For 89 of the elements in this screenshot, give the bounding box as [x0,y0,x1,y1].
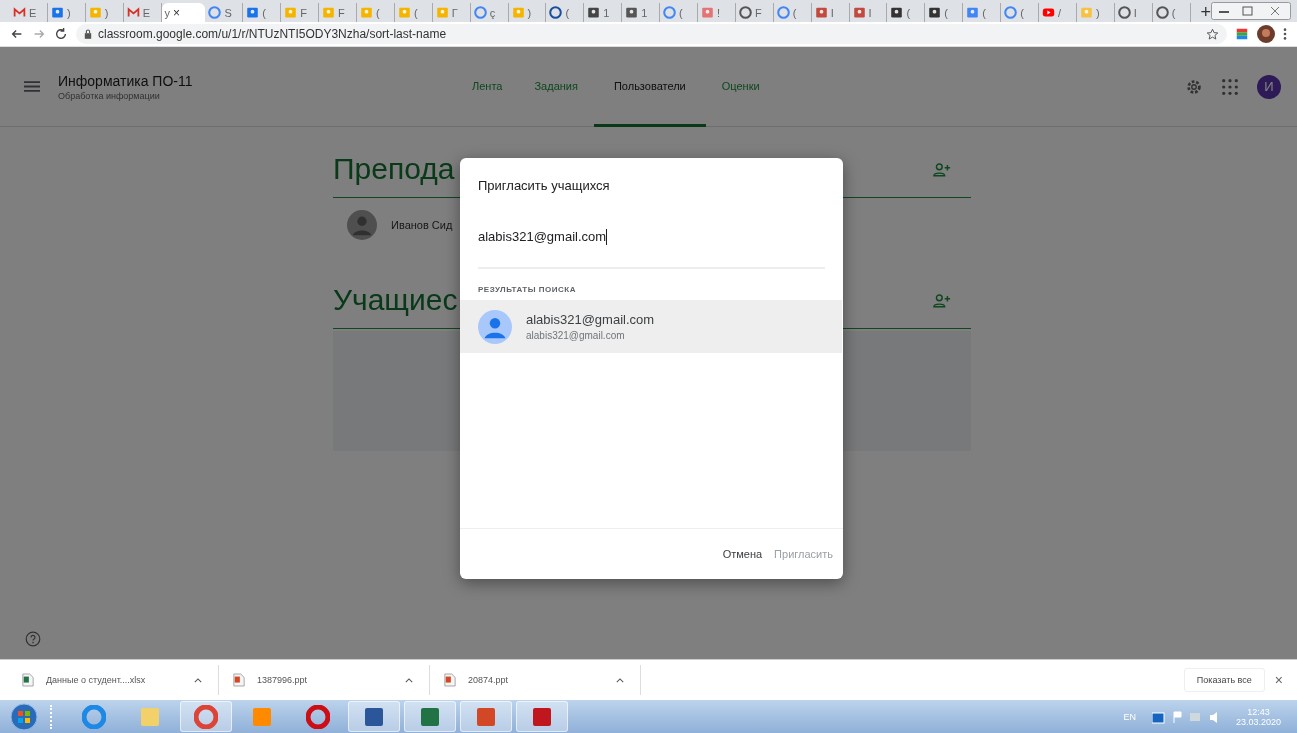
email-input-field[interactable]: alabis321@gmail.com [478,225,825,269]
favicon-icon [625,6,639,19]
file-icon [22,673,34,687]
download-item[interactable]: Данные о студент....xlsx [16,665,219,695]
taskbar-app[interactable] [516,701,568,732]
taskbar-app[interactable] [460,701,512,732]
close-icon[interactable]: × [1274,672,1283,688]
bookmark-star-icon[interactable] [1206,27,1219,41]
chevron-up-icon[interactable] [405,677,413,683]
cancel-button[interactable]: Отмена [718,542,767,566]
avatar-icon [347,210,377,240]
favicon-icon [814,6,828,19]
avatar-icon [478,309,512,344]
lock-icon [84,29,92,39]
file-icon [233,673,245,687]
nav-tab[interactable]: Пользователи [593,47,706,127]
url-text: classroom.google.com/u/1/r/NTUzNTI5ODY3Nzha/sort-last-name [98,27,447,41]
forward-icon[interactable] [32,27,46,41]
show-all-button[interactable]: Показать все [1183,668,1265,692]
settings-icon[interactable] [1185,77,1203,96]
nav-tab[interactable]: Лента [456,47,519,127]
favicon-icon [966,6,980,19]
taskbar-app[interactable] [180,701,232,732]
browser-tab[interactable]: y × [161,3,206,22]
app-icon [82,704,106,729]
favicon-icon [1117,6,1131,19]
result-name: alabis321@gmail.com [526,312,655,327]
reload-icon[interactable] [54,27,68,41]
favicon-icon [776,6,790,19]
search-result[interactable]: alabis321@gmail.com alabis321@gmail.com [460,300,842,353]
favicon-icon [928,6,942,19]
nav-tab[interactable]: Оценки [705,47,776,127]
taskbar-app[interactable] [404,701,456,732]
add-person-icon[interactable] [933,161,951,177]
favicon-icon [701,6,714,19]
chevron-up-icon[interactable] [194,677,202,683]
favicon-icon [13,6,26,19]
close-tab-icon[interactable]: × [173,5,181,20]
profile-avatar-icon[interactable] [1257,25,1275,43]
teacher-name: Иванов Сид [391,219,453,231]
favicon-icon [88,6,102,19]
download-item[interactable]: 1387996.ppt [227,665,430,695]
menu-icon[interactable] [24,81,40,92]
app-icon [306,704,330,729]
back-icon[interactable] [10,27,24,41]
dialog-title: Пригласить учащихся [478,178,610,193]
favicon-icon [1079,6,1093,19]
new-tab-button[interactable]: + [1200,3,1212,22]
favicon-icon [1042,6,1055,19]
section-heading: Учащиес [333,283,458,317]
window-controls-icon[interactable] [1211,2,1292,20]
favicon-icon [1004,6,1018,19]
favicon-icon [360,6,373,19]
results-heading: РЕЗУЛЬТАТЫ ПОИСКА [478,285,576,294]
nav-tab[interactable]: Задания [518,47,594,127]
section-heading: Препода [333,152,455,186]
app-icon [194,704,218,729]
favicon-icon [50,6,64,19]
favicon-icon [246,6,260,19]
favicon-icon [511,6,525,19]
favicon-icon [126,6,140,19]
add-person-icon[interactable] [933,292,951,308]
favicon-icon [549,6,563,19]
favicon-icon [587,6,601,19]
favicon-icon [435,6,449,19]
user-avatar[interactable]: И [1257,74,1281,99]
menu-icon[interactable] [1283,27,1287,41]
download-item[interactable]: 20874.ppt [438,665,641,695]
favicon-icon [1155,6,1169,19]
class-title[interactable]: Информатика ПО-11 [58,72,456,89]
chevron-up-icon[interactable] [616,677,624,683]
help-icon[interactable] [25,631,41,647]
address-bar[interactable]: classroom.google.com/u/1/r/NTUzNTI5ODY3Nzha/sort-last-name [76,24,1227,44]
apps-grid-icon[interactable] [1221,77,1239,96]
favicon-icon [208,6,222,19]
class-subtitle: Обработка информации [58,90,161,101]
favicon-icon [397,6,411,19]
favicon-icon [663,6,677,19]
start-button-icon[interactable] [10,702,38,731]
favicon-icon [852,6,866,19]
favicon-icon [322,6,336,19]
favicon-icon [284,6,298,19]
result-email: alabis321@gmail.com [526,330,626,341]
favicon-icon [738,6,752,19]
favicon-icon [473,6,487,19]
extension-icon[interactable] [1235,27,1249,41]
file-icon [444,673,456,687]
favicon-icon [890,6,904,19]
taskbar-app[interactable] [348,701,400,732]
